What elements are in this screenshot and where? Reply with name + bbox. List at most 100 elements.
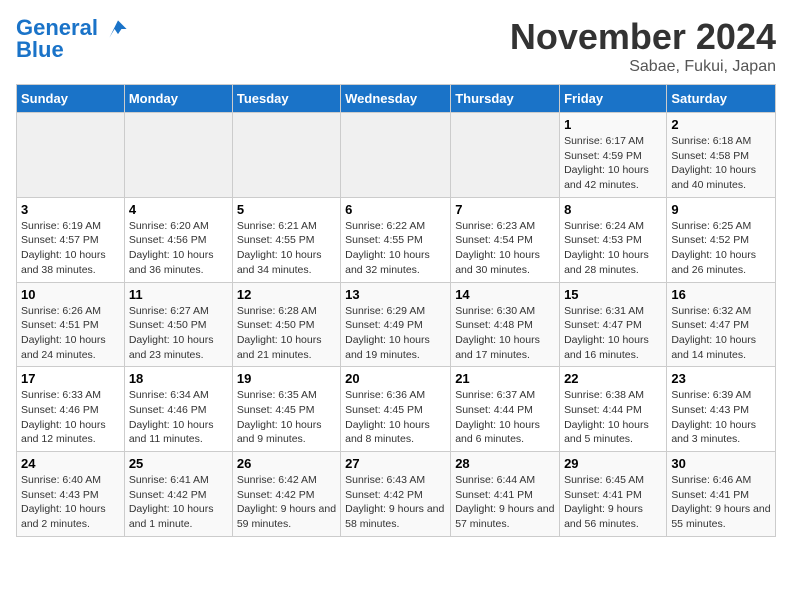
calendar-cell: 3 Sunrise: 6:19 AM Sunset: 4:57 PM Daylig… — [17, 197, 125, 282]
day-info: Sunrise: 6:33 AM Sunset: 4:46 PM Dayligh… — [21, 388, 120, 447]
day-number: 15 — [564, 287, 662, 302]
day-info: Sunrise: 6:46 AM Sunset: 4:41 PM Dayligh… — [671, 473, 771, 532]
calendar-cell: 23 Sunrise: 6:39 AM Sunset: 4:43 PM Dayli… — [667, 367, 776, 452]
day-number: 11 — [129, 287, 228, 302]
calendar-cell: 13Sunrise: 6:29 AM Sunset: 4:49 PM Dayli… — [341, 282, 451, 367]
calendar-cell: 22 Sunrise: 6:38 AM Sunset: 4:44 PM Dayli… — [560, 367, 667, 452]
day-info: Sunrise: 6:25 AM Sunset: 4:52 PM Dayligh… — [671, 219, 771, 278]
weekday-header-saturday: Saturday — [667, 85, 776, 113]
calendar-cell: 14 Sunrise: 6:30 AM Sunset: 4:48 PM Dayli… — [451, 282, 560, 367]
day-number: 22 — [564, 371, 662, 386]
calendar-week-2: 3 Sunrise: 6:19 AM Sunset: 4:57 PM Daylig… — [17, 197, 776, 282]
calendar-cell: 8 Sunrise: 6:24 AM Sunset: 4:53 PM Daylig… — [560, 197, 667, 282]
calendar-table: SundayMondayTuesdayWednesdayThursdayFrid… — [16, 84, 776, 537]
day-info: Sunrise: 6:27 AM Sunset: 4:50 PM Dayligh… — [129, 304, 228, 363]
day-number: 26 — [237, 456, 336, 471]
day-info: Sunrise: 6:26 AM Sunset: 4:51 PM Dayligh… — [21, 304, 120, 363]
day-info: Sunrise: 6:17 AM Sunset: 4:59 PM Dayligh… — [564, 134, 662, 193]
day-info: Sunrise: 6:19 AM Sunset: 4:57 PM Dayligh… — [21, 219, 120, 278]
day-number: 21 — [455, 371, 555, 386]
day-info: Sunrise: 6:43 AM Sunset: 4:42 PM Dayligh… — [345, 473, 446, 532]
weekday-header-wednesday: Wednesday — [341, 85, 451, 113]
calendar-cell — [124, 113, 232, 198]
day-number: 28 — [455, 456, 555, 471]
calendar-cell: 30 Sunrise: 6:46 AM Sunset: 4:41 PM Dayli… — [667, 452, 776, 537]
day-info: Sunrise: 6:21 AM Sunset: 4:55 PM Dayligh… — [237, 219, 336, 278]
calendar-week-4: 17 Sunrise: 6:33 AM Sunset: 4:46 PM Dayli… — [17, 367, 776, 452]
day-number: 17 — [21, 371, 120, 386]
day-number: 1 — [564, 117, 662, 132]
day-info: Sunrise: 6:30 AM Sunset: 4:48 PM Dayligh… — [455, 304, 555, 363]
day-number: 10 — [21, 287, 120, 302]
calendar-body: 1 Sunrise: 6:17 AM Sunset: 4:59 PM Daylig… — [17, 113, 776, 537]
day-info: Sunrise: 6:18 AM Sunset: 4:58 PM Dayligh… — [671, 134, 771, 193]
calendar-cell: 4 Sunrise: 6:20 AM Sunset: 4:56 PM Daylig… — [124, 197, 232, 282]
calendar-cell — [17, 113, 125, 198]
weekday-header-sunday: Sunday — [17, 85, 125, 113]
day-number: 14 — [455, 287, 555, 302]
page-header: General Blue November 2024 Sabae, Fukui,… — [16, 16, 776, 76]
day-number: 25 — [129, 456, 228, 471]
weekday-header-monday: Monday — [124, 85, 232, 113]
day-number: 23 — [671, 371, 771, 386]
calendar-cell: 7 Sunrise: 6:23 AM Sunset: 4:54 PM Daylig… — [451, 197, 560, 282]
day-number: 7 — [455, 202, 555, 217]
day-number: 4 — [129, 202, 228, 217]
day-number: 12 — [237, 287, 336, 302]
day-info: Sunrise: 6:41 AM Sunset: 4:42 PM Dayligh… — [129, 473, 228, 532]
day-number: 8 — [564, 202, 662, 217]
calendar-cell: 24 Sunrise: 6:40 AM Sunset: 4:43 PM Dayli… — [17, 452, 125, 537]
day-info: Sunrise: 6:40 AM Sunset: 4:43 PM Dayligh… — [21, 473, 120, 532]
day-number: 9 — [671, 202, 771, 217]
day-info: Sunrise: 6:28 AM Sunset: 4:50 PM Dayligh… — [237, 304, 336, 363]
calendar-cell: 29 Sunrise: 6:45 AM Sunset: 4:41 PM Dayli… — [560, 452, 667, 537]
day-number: 24 — [21, 456, 120, 471]
day-info: Sunrise: 6:45 AM Sunset: 4:41 PM Dayligh… — [564, 473, 662, 532]
day-info: Sunrise: 6:20 AM Sunset: 4:56 PM Dayligh… — [129, 219, 228, 278]
calendar-cell: 10 Sunrise: 6:26 AM Sunset: 4:51 PM Dayli… — [17, 282, 125, 367]
day-number: 19 — [237, 371, 336, 386]
calendar-cell — [341, 113, 451, 198]
weekday-header-thursday: Thursday — [451, 85, 560, 113]
calendar-cell: 2 Sunrise: 6:18 AM Sunset: 4:58 PM Daylig… — [667, 113, 776, 198]
day-number: 29 — [564, 456, 662, 471]
calendar-cell: 11 Sunrise: 6:27 AM Sunset: 4:50 PM Dayli… — [124, 282, 232, 367]
day-number: 2 — [671, 117, 771, 132]
title-block: November 2024 Sabae, Fukui, Japan — [510, 16, 776, 76]
calendar-week-1: 1 Sunrise: 6:17 AM Sunset: 4:59 PM Daylig… — [17, 113, 776, 198]
calendar-cell: 1 Sunrise: 6:17 AM Sunset: 4:59 PM Daylig… — [560, 113, 667, 198]
logo: General Blue — [16, 16, 130, 63]
day-number: 30 — [671, 456, 771, 471]
month-title: November 2024 — [510, 16, 776, 58]
weekday-header-row: SundayMondayTuesdayWednesdayThursdayFrid… — [17, 85, 776, 113]
calendar-week-5: 24 Sunrise: 6:40 AM Sunset: 4:43 PM Dayli… — [17, 452, 776, 537]
day-info: Sunrise: 6:24 AM Sunset: 4:53 PM Dayligh… — [564, 219, 662, 278]
calendar-cell: 25 Sunrise: 6:41 AM Sunset: 4:42 PM Dayli… — [124, 452, 232, 537]
calendar-cell: 6 Sunrise: 6:22 AM Sunset: 4:55 PM Daylig… — [341, 197, 451, 282]
day-number: 16 — [671, 287, 771, 302]
day-number: 6 — [345, 202, 446, 217]
day-info: Sunrise: 6:29 AM Sunset: 4:49 PM Dayligh… — [345, 304, 446, 363]
day-info: Sunrise: 6:44 AM Sunset: 4:41 PM Dayligh… — [455, 473, 555, 532]
calendar-cell: 9 Sunrise: 6:25 AM Sunset: 4:52 PM Daylig… — [667, 197, 776, 282]
location-title: Sabae, Fukui, Japan — [510, 58, 776, 76]
calendar-cell: 12 Sunrise: 6:28 AM Sunset: 4:50 PM Dayli… — [232, 282, 340, 367]
day-info: Sunrise: 6:34 AM Sunset: 4:46 PM Dayligh… — [129, 388, 228, 447]
calendar-week-3: 10 Sunrise: 6:26 AM Sunset: 4:51 PM Dayli… — [17, 282, 776, 367]
day-number: 3 — [21, 202, 120, 217]
calendar-cell: 21Sunrise: 6:37 AM Sunset: 4:44 PM Dayli… — [451, 367, 560, 452]
day-info: Sunrise: 6:35 AM Sunset: 4:45 PM Dayligh… — [237, 388, 336, 447]
day-info: Sunrise: 6:39 AM Sunset: 4:43 PM Dayligh… — [671, 388, 771, 447]
day-info: Sunrise: 6:22 AM Sunset: 4:55 PM Dayligh… — [345, 219, 446, 278]
weekday-header-tuesday: Tuesday — [232, 85, 340, 113]
day-number: 20 — [345, 371, 446, 386]
calendar-cell: 5 Sunrise: 6:21 AM Sunset: 4:55 PM Daylig… — [232, 197, 340, 282]
day-info: Sunrise: 6:42 AM Sunset: 4:42 PM Dayligh… — [237, 473, 336, 532]
day-number: 5 — [237, 202, 336, 217]
calendar-cell: 15Sunrise: 6:31 AM Sunset: 4:47 PM Dayli… — [560, 282, 667, 367]
day-number: 27 — [345, 456, 446, 471]
day-info: Sunrise: 6:32 AM Sunset: 4:47 PM Dayligh… — [671, 304, 771, 363]
day-info: Sunrise: 6:38 AM Sunset: 4:44 PM Dayligh… — [564, 388, 662, 447]
calendar-cell: 19 Sunrise: 6:35 AM Sunset: 4:45 PM Dayli… — [232, 367, 340, 452]
day-info: Sunrise: 6:23 AM Sunset: 4:54 PM Dayligh… — [455, 219, 555, 278]
